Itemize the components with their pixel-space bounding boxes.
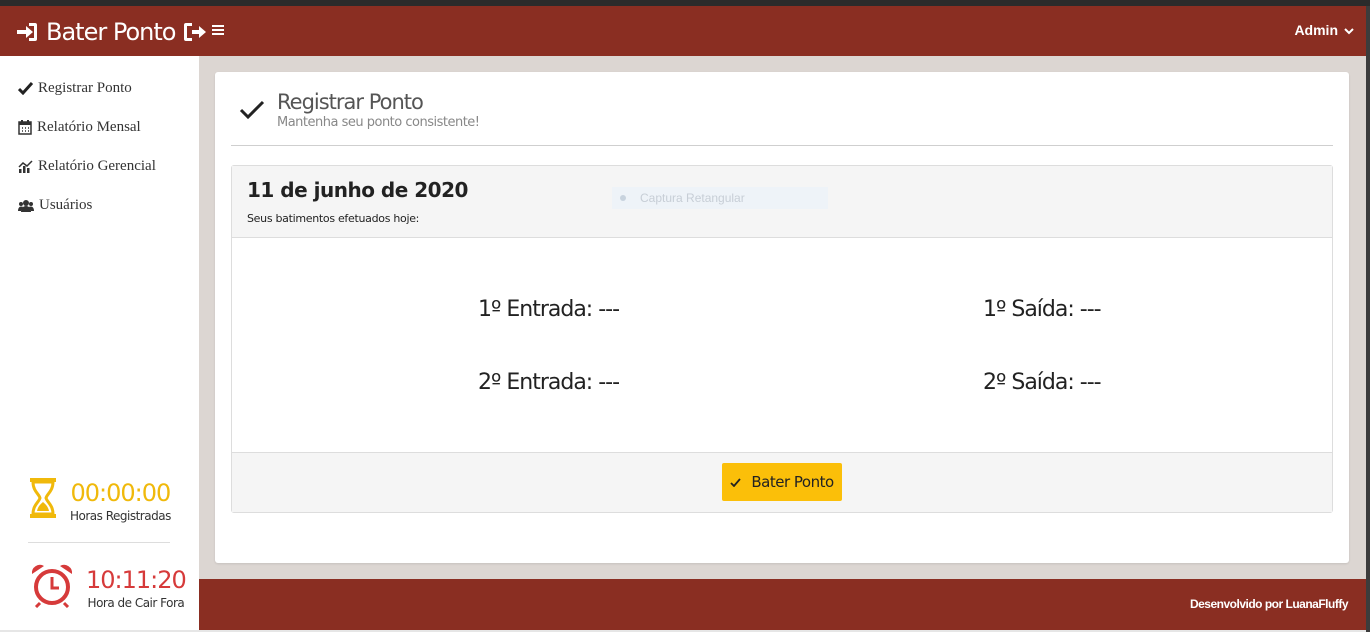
sidebar-item-usuarios[interactable]: Usuários [18, 197, 92, 214]
sidebar-item-relatorio-mensal[interactable]: Relatório Mensal [18, 119, 141, 136]
first-entry: 1º Entrada: --- [478, 297, 620, 322]
brand-title: Bater Ponto [46, 18, 176, 46]
alarm-clock-icon [30, 562, 74, 613]
check-icon [730, 473, 742, 491]
brand[interactable]: Bater Ponto [16, 16, 207, 48]
leave-time-value: 10:11:20 [86, 565, 187, 594]
sidebar: Registrar Ponto Relatório Mensal Relatór… [0, 56, 199, 630]
top-navbar: Bater Ponto Admin [0, 6, 1366, 56]
capture-overlay: Captura Retangular [612, 187, 828, 209]
page-subtitle: Mantenha seu ponto consistente! [277, 115, 480, 130]
footer-credit: Desenvolvido por LuanaFluffy [1189, 597, 1349, 611]
sidebar-divider [28, 542, 170, 543]
check-icon [18, 82, 33, 95]
sidebar-item-relatorio-gerencial[interactable]: Relatório Gerencial [18, 158, 156, 175]
bater-ponto-button[interactable]: Bater Ponto [722, 463, 842, 501]
hours-registered-widget: 00:00:00 Horas Registradas [30, 478, 171, 523]
panel-subtitle: Seus batimentos efetuados hoje: [247, 212, 420, 225]
punch-panel: 11 de junho de 2020 Seus batimentos efet… [231, 165, 1333, 513]
sidebar-item-label: Registrar Ponto [38, 80, 132, 96]
sign-in-icon [16, 22, 38, 42]
current-date: 11 de junho de 2020 [247, 178, 468, 202]
hours-registered-value: 00:00:00 [70, 478, 172, 507]
panel-header: 11 de junho de 2020 Seus batimentos efet… [232, 166, 1332, 238]
panel-footer: Bater Ponto [232, 452, 1332, 512]
sidebar-item-registrar-ponto[interactable]: Registrar Ponto [18, 80, 132, 97]
header-divider [231, 145, 1333, 146]
users-icon [18, 199, 34, 212]
sidebar-item-label: Relatório Gerencial [38, 158, 156, 174]
leave-time-widget: 10:11:20 Hora de Cair Fora [30, 562, 187, 613]
chart-icon [18, 159, 33, 174]
bater-ponto-label: Bater Ponto [751, 473, 834, 491]
second-exit: 2º Saída: --- [983, 370, 1102, 395]
window-right-edge [1366, 6, 1370, 632]
leave-time-label: Hora de Cair Fora [87, 595, 185, 610]
hourglass-icon [30, 478, 56, 523]
page-title: Registrar Ponto [277, 90, 424, 114]
sidebar-item-label: Usuários [39, 197, 93, 213]
hours-registered-label: Horas Registradas [70, 508, 171, 523]
page-footer: Desenvolvido por LuanaFluffy [199, 579, 1366, 630]
user-menu-label: Admin [1294, 22, 1338, 38]
second-entry: 2º Entrada: --- [478, 370, 620, 395]
capture-overlay-label: Captura Retangular [640, 191, 745, 205]
sidebar-item-label: Relatório Mensal [37, 119, 141, 135]
menu-toggle-icon[interactable] [212, 25, 224, 37]
check-icon [239, 90, 265, 130]
main-card: Registrar Ponto Mantenha seu ponto consi… [215, 72, 1349, 563]
user-menu-dropdown[interactable]: Admin [1294, 22, 1354, 38]
capture-dot-icon [620, 195, 626, 201]
page-header: Registrar Ponto Mantenha seu ponto consi… [239, 90, 480, 130]
first-exit: 1º Saída: --- [983, 297, 1102, 322]
sign-out-icon [183, 22, 207, 42]
calendar-icon [18, 120, 32, 135]
chevron-down-icon [1344, 22, 1354, 38]
